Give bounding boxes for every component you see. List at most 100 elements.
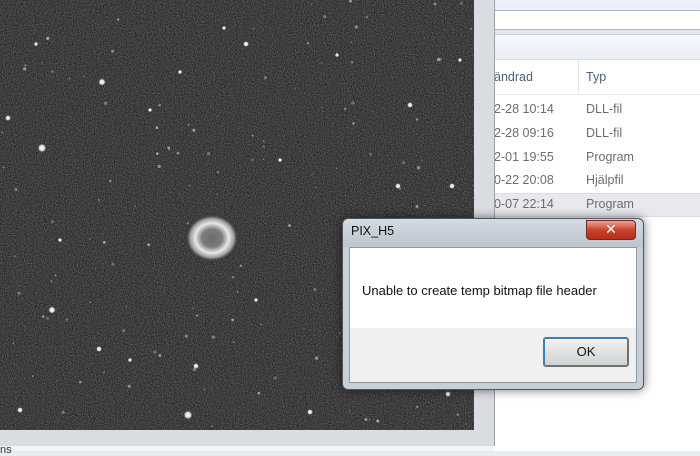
star [48, 306, 56, 314]
faint-star [251, 134, 254, 137]
faint-star [470, 27, 473, 31]
star [33, 41, 39, 47]
faint-star [459, 1, 464, 5]
faint-star [158, 354, 162, 357]
faint-star [127, 384, 131, 388]
close-button[interactable]: ✕ [586, 220, 636, 240]
faint-star [206, 152, 211, 156]
star [177, 69, 183, 75]
faint-star [211, 425, 213, 427]
file-row[interactable]: 0-22 20:08 Hjälpfil [480, 170, 700, 192]
faint-star [456, 413, 459, 416]
star [448, 182, 456, 190]
dialog-message: Unable to create temp bitmap file header [362, 283, 597, 298]
column-header-row: ändrad Typ [480, 60, 700, 95]
file-row[interactable]: 2-28 10:14 DLL-fil [480, 99, 700, 121]
faint-star [2, 166, 5, 169]
file-row[interactable]: 2-28 09:16 DLL-fil [480, 123, 700, 145]
faint-star [109, 179, 112, 183]
faint-star [54, 274, 57, 277]
star [95, 345, 103, 353]
faint-star [186, 222, 189, 225]
faint-star [153, 350, 157, 354]
star [457, 57, 463, 63]
faint-star [303, 328, 305, 330]
faint-star [192, 128, 196, 132]
faint-star [89, 238, 91, 240]
faint-star [321, 62, 323, 64]
column-header-date[interactable]: ändrad [494, 70, 533, 84]
faint-star [338, 332, 341, 335]
faint-star [24, 325, 27, 328]
faint-star [111, 49, 115, 53]
faint-star [41, 62, 43, 64]
faint-star [294, 87, 297, 90]
faint-star [157, 164, 161, 169]
faint-star [313, 287, 317, 292]
faint-star [12, 342, 15, 345]
column-divider[interactable] [578, 60, 579, 94]
faint-star [437, 57, 441, 62]
faint-star [211, 335, 215, 339]
faint-star [307, 42, 310, 45]
faint-star [187, 123, 190, 126]
dialog-title: PIX_H5 [351, 224, 395, 238]
faint-star [155, 152, 159, 155]
faint-star [415, 118, 419, 121]
faint-star [354, 25, 359, 29]
faint-star [1, 131, 4, 134]
faint-star [192, 367, 197, 371]
faint-star [239, 264, 243, 268]
faint-star [420, 159, 423, 162]
faint-star [350, 41, 353, 43]
faint-star [273, 376, 277, 380]
faint-star [216, 193, 218, 196]
dialog-message-area: Unable to create temp bitmap file header [350, 248, 636, 328]
star [242, 40, 250, 48]
faint-star [288, 224, 291, 227]
star [4, 114, 12, 122]
faint-star [23, 67, 27, 71]
faint-star [262, 140, 265, 142]
faint-star [365, 16, 368, 19]
faint-star [65, 318, 69, 321]
address-bar[interactable] [492, 10, 700, 30]
faint-star [56, 380, 59, 382]
faint-star [111, 262, 115, 266]
faint-star [167, 146, 170, 149]
faint-star [344, 107, 347, 110]
faint-star [192, 307, 194, 309]
faint-star [203, 388, 206, 391]
faint-star [124, 305, 127, 308]
faint-star [369, 153, 372, 156]
file-row-selected[interactable]: 0-07 22:14 Program [480, 193, 700, 217]
faint-star [158, 103, 161, 107]
star [127, 357, 133, 363]
faint-star [350, 60, 354, 64]
faint-star [31, 375, 34, 378]
faint-star [233, 341, 235, 343]
file-type: Program [586, 150, 634, 164]
file-type: DLL-fil [586, 102, 623, 116]
dialog-titlebar[interactable]: PIX_H5 ✕ [343, 219, 643, 247]
faint-star [189, 185, 191, 187]
viewer-status-strip [0, 446, 494, 451]
star [57, 237, 63, 243]
explorer-address-area [480, 0, 700, 35]
faint-star [263, 158, 265, 161]
faint-star [79, 380, 82, 384]
faint-star [351, 101, 355, 105]
faint-star [184, 334, 188, 338]
file-row[interactable]: 2-01 19:55 Program [480, 147, 700, 169]
faint-star [46, 36, 50, 41]
faint-star [42, 315, 45, 318]
faint-star [257, 391, 261, 395]
faint-star [260, 323, 262, 326]
star [277, 157, 283, 163]
star [221, 25, 227, 31]
faint-star [103, 371, 105, 373]
faint-star [14, 255, 17, 258]
column-header-type[interactable]: Typ [586, 70, 606, 84]
ok-button[interactable]: OK [543, 337, 629, 367]
faint-star [98, 199, 100, 201]
